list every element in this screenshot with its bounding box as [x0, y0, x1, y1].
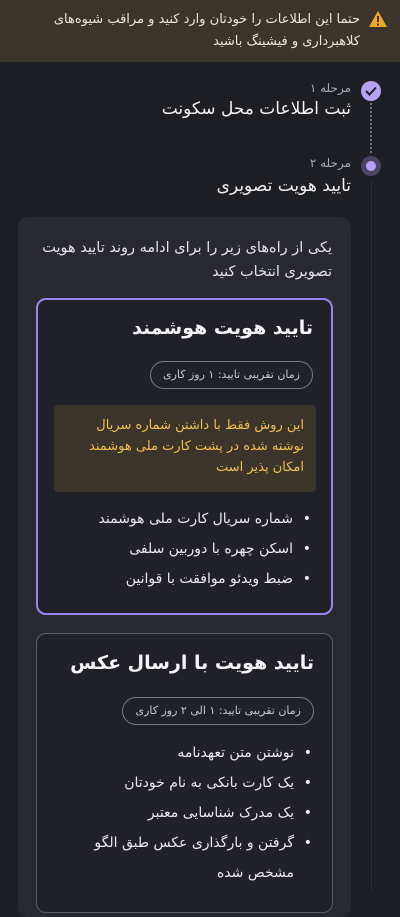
feature-item: یک مدرک شناسایی معتبر	[64, 798, 314, 828]
warning-text: حتما این اطلاعات را خودتان وارد کنید و م…	[53, 12, 360, 49]
warning-icon	[369, 11, 387, 27]
step-track	[371, 180, 372, 890]
option-card-smart[interactable]: تایید هویت هوشمند زمان تقریبی تایید: ۱ ر…	[36, 298, 333, 615]
step-2-current-icon	[361, 156, 381, 176]
time-badge: زمان تقریبی تایید: ۱ الی ۲ روز کاری	[122, 697, 314, 725]
info-note: این روش فقط با داشتن شماره سریال نوشته ش…	[54, 405, 316, 492]
time-badge: زمان تقریبی تایید: ۱ روز کاری	[149, 361, 313, 389]
step-1-check-icon	[361, 81, 381, 101]
feature-item: گرفتن و بارگذاری عکس طبق الگو مشخص شده	[64, 828, 314, 888]
step-1-label: مرحله ۱	[309, 81, 351, 95]
warning-banner: حتما این اطلاعات را خودتان وارد کنید و م…	[0, 0, 400, 62]
feature-item: اسکن چهره با دوربین سلفی	[63, 534, 313, 564]
feature-list: نوشتن متن تعهدنامه یک کارت بانکی به نام …	[64, 738, 314, 888]
feature-item: ضبط ویدئو موافقت با قوانین	[63, 564, 313, 594]
step-1-title: ثبت اطلاعات محل سکونت	[161, 99, 351, 119]
feature-item: یک کارت بانکی به نام خودتان	[64, 768, 314, 798]
step-2-label: مرحله ۲	[309, 156, 351, 170]
option-title: تایید هویت هوشمند	[132, 317, 313, 339]
feature-list: شماره سریال کارت ملی هوشمند اسکن چهره با…	[63, 504, 313, 594]
intro-text: یکی از راه‌های زیر را برای ادامه روند تا…	[42, 240, 332, 280]
option-title: تایید هویت با ارسال عکس	[70, 652, 314, 674]
option-card-photo[interactable]: تایید هویت با ارسال عکس زمان تقریبی تایی…	[36, 633, 333, 913]
feature-item: شماره سریال کارت ملی هوشمند	[63, 504, 313, 534]
step-connector	[370, 103, 372, 153]
feature-item: نوشتن متن تعهدنامه	[64, 738, 314, 768]
step-2-title: تایید هویت تصویری	[216, 176, 351, 196]
